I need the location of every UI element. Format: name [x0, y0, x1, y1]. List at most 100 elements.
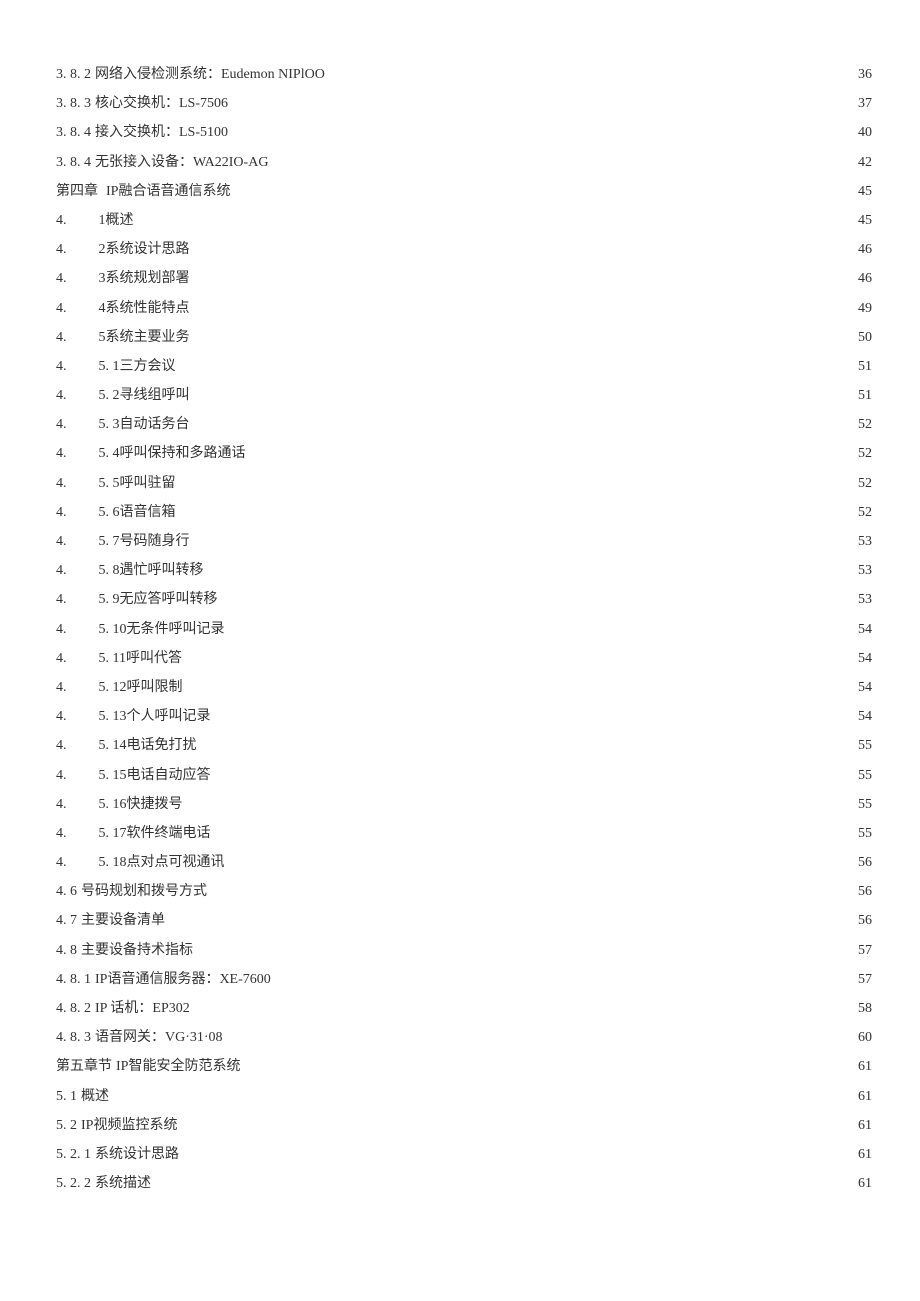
- toc-entry[interactable]: 第四章IP融合语音通信系统 45: [56, 185, 872, 199]
- toc-entry-title: 5. 15电话自动应答: [99, 769, 211, 783]
- toc-entry[interactable]: 4.5. 1三方会议 51: [56, 360, 872, 374]
- toc-entry[interactable]: 4.2系统设计思路 46: [56, 243, 872, 257]
- toc-entry[interactable]: 4.5. 7号码随身行 53: [56, 535, 872, 549]
- toc-entry[interactable]: 5. 1概述 61: [56, 1090, 872, 1104]
- toc-entry[interactable]: 4.5. 5呼叫驻留 52: [56, 477, 872, 491]
- toc-entry-number: 4.: [56, 214, 71, 228]
- toc-entry-page: 42: [852, 156, 872, 170]
- toc-entry-page: 61: [852, 1148, 872, 1162]
- toc-entry[interactable]: 4. 5. 15电话自动应答 55: [56, 769, 872, 783]
- toc-entry[interactable]: 5. 2. 1系统设计思路 61: [56, 1148, 872, 1162]
- toc-entry-page: 49: [852, 302, 872, 316]
- toc-entry-title: 网络入侵检测系统：Eudemon NIPlOO: [95, 68, 325, 82]
- toc-entry-page: 55: [852, 827, 872, 841]
- toc-entry-number: 3. 8. 4: [56, 126, 95, 140]
- toc-entry-page: 50: [852, 331, 872, 345]
- toc-entry[interactable]: 3. 8. 4 接入交换机：LS-5100 40: [56, 126, 872, 140]
- toc-entry-title: 5. 9无应答呼叫转移: [99, 593, 218, 607]
- toc-entry[interactable]: 3. 8. 4无张接入设备：WA22IO-AG 42: [56, 156, 872, 170]
- toc-entry[interactable]: 4.5. 13个人呼叫记录 54: [56, 710, 872, 724]
- toc-entry-page: 45: [852, 185, 872, 199]
- toc-entry-page: 53: [852, 535, 872, 549]
- toc-entry[interactable]: 4. 4系统性能特点 49: [56, 302, 872, 316]
- toc-entry-title: IP视频监控系统: [81, 1119, 177, 1133]
- toc-entry-page: 52: [852, 447, 872, 461]
- toc-entry[interactable]: 4. 7主要设备清单 56: [56, 914, 872, 928]
- toc-entry[interactable]: 4. 5. 4呼叫保持和多路通话 52: [56, 447, 872, 461]
- toc-entry-page: 55: [852, 739, 872, 753]
- toc-entry[interactable]: 第五章节IP智能安全防范系统 61: [56, 1060, 872, 1074]
- toc-entry[interactable]: 4. 8. 1IP语音通信服务器：XE-7600 57: [56, 973, 872, 987]
- toc-entry-title: 5. 8遇忙呼叫转移: [99, 564, 204, 578]
- toc-entry-number: 4.: [56, 769, 71, 783]
- toc-entry[interactable]: 3. 8. 2网络入侵检测系统：Eudemon NIPlOO 36: [56, 68, 872, 82]
- toc-entry-title: 语音网关：VG·31·08: [95, 1031, 223, 1045]
- toc-entry[interactable]: 4.5. 10无条件呼叫记录 54: [56, 623, 872, 637]
- toc-entry[interactable]: 4. 8. 3 语音网关：VG·31·08 60: [56, 1031, 872, 1045]
- toc-entry[interactable]: 4.5. 6语音信箱 52: [56, 506, 872, 520]
- toc-entry-title: 系统描述: [95, 1177, 151, 1191]
- toc-entry[interactable]: 5. 2. 2系统描述 61: [56, 1177, 872, 1191]
- toc-entry[interactable]: 4.5. 3自动话务台 52: [56, 418, 872, 432]
- toc-entry[interactable]: 4.1概述 45: [56, 214, 872, 228]
- toc-entry[interactable]: 4. 8. 2 IP 话机：EP302 58: [56, 1002, 872, 1016]
- toc-entry[interactable]: 4.5. 18点对点可视通讯 56: [56, 856, 872, 870]
- toc-entry-page: 36: [852, 68, 872, 82]
- toc-entry-number: 4.: [56, 243, 71, 257]
- toc-entry-page: 54: [852, 623, 872, 637]
- toc-entry[interactable]: 5. 2 IP视频监控系统 61: [56, 1119, 872, 1133]
- toc-entry-number: 4.: [56, 623, 71, 637]
- toc-entry[interactable]: 4.5. 11呼叫代答 54: [56, 652, 872, 666]
- toc-entry-number: 4.: [56, 535, 71, 549]
- toc-entry-number: 4.: [56, 856, 71, 870]
- toc-entry-page: 60: [852, 1031, 872, 1045]
- toc-entry[interactable]: 4. 5. 14电话免打扰 55: [56, 739, 872, 753]
- toc-entry-page: 56: [852, 856, 872, 870]
- toc-entry-number: 4.: [56, 447, 71, 461]
- toc-entry-number: 4.: [56, 739, 71, 753]
- toc-entry-title: 5. 3自动话务台: [99, 418, 190, 432]
- toc-entry-number: 第五章节: [56, 1060, 116, 1074]
- toc-entry-number: 4.: [56, 302, 71, 316]
- toc-entry-page: 61: [852, 1060, 872, 1074]
- toc-entry-title: 5. 14电话免打扰: [99, 739, 197, 753]
- toc-entry[interactable]: 4. 6号码规划和拨号方式 56: [56, 885, 872, 899]
- toc-entry[interactable]: 4.5. 17软件终端电话 55: [56, 827, 872, 841]
- toc-entry[interactable]: 4. 8主要设备持术指标 57: [56, 944, 872, 958]
- toc-entry[interactable]: 4.5系统主要业务 50: [56, 331, 872, 345]
- toc-entry-title: 5. 17软件终端电话: [99, 827, 211, 841]
- toc-entry-page: 55: [852, 798, 872, 812]
- toc-entry-number: 3. 8. 3: [56, 97, 95, 111]
- toc-entry-number: 5. 2. 2: [56, 1177, 95, 1191]
- toc-entry[interactable]: 4.5. 9无应答呼叫转移 53: [56, 593, 872, 607]
- toc-entry[interactable]: 3. 8. 3 核心交换机：LS-7506 37: [56, 97, 872, 111]
- toc-entry[interactable]: 4.5. 2寻线组呼叫 51: [56, 389, 872, 403]
- toc-entry-title: 接入交换机：LS-5100: [95, 126, 228, 140]
- toc-entry-number: 5. 2: [56, 1119, 81, 1133]
- toc-entry-title: 4系统性能特点: [99, 302, 190, 316]
- toc-entry-number: 4. 8. 1: [56, 973, 95, 987]
- toc-entry-number: 3. 8. 2: [56, 68, 95, 82]
- toc-entry[interactable]: 4.3系统规划部署 46: [56, 272, 872, 286]
- toc-entry-page: 45: [852, 214, 872, 228]
- toc-entry-number: 4.: [56, 798, 71, 812]
- toc-list: 3. 8. 2网络入侵检测系统：Eudemon NIPlOO 36 3. 8. 3…: [56, 68, 872, 1191]
- toc-entry-page: 54: [852, 652, 872, 666]
- toc-entry-title: 5. 16快捷拨号: [99, 798, 183, 812]
- toc-entry-title: 5. 4呼叫保持和多路通话: [99, 447, 246, 461]
- toc-entry-title: IP智能安全防范系统: [116, 1060, 240, 1074]
- toc-entry-page: 54: [852, 710, 872, 724]
- toc-entry-number: 4.: [56, 272, 71, 286]
- toc-entry-page: 55: [852, 769, 872, 783]
- toc-entry-page: 51: [852, 360, 872, 374]
- toc-entry-page: 61: [852, 1119, 872, 1133]
- toc-entry-number: 4. 8. 3: [56, 1031, 95, 1045]
- toc-entry[interactable]: 4.5. 8遇忙呼叫转移 53: [56, 564, 872, 578]
- toc-entry-page: 46: [852, 243, 872, 257]
- toc-entry-title: 概述: [81, 1090, 109, 1104]
- toc-entry-number: 4.: [56, 360, 71, 374]
- toc-entry[interactable]: 4.5. 12呼叫限制 54: [56, 681, 872, 695]
- toc-page: 3. 8. 2网络入侵检测系统：Eudemon NIPlOO 36 3. 8. 3…: [0, 0, 920, 1246]
- toc-entry-page: 51: [852, 389, 872, 403]
- toc-entry[interactable]: 4. 5. 16快捷拨号 55: [56, 798, 872, 812]
